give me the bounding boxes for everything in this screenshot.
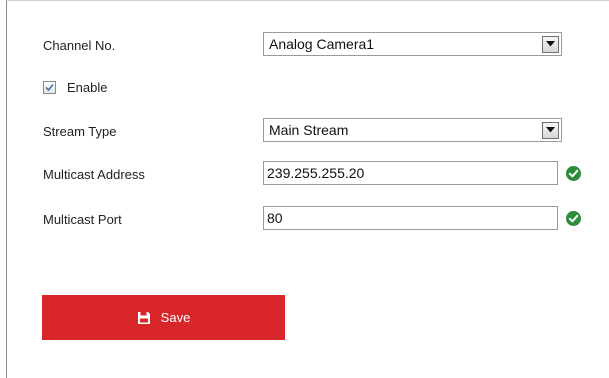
check-circle-icon [566, 166, 581, 181]
stream-type-select[interactable]: Main Stream [263, 118, 562, 142]
chevron-down-icon[interactable] [542, 121, 559, 139]
channel-label: Channel No. [43, 38, 116, 53]
channel-select-value: Analog Camera1 [269, 36, 375, 52]
settings-panel: Channel No. Analog Camera1 Enable Stream… [6, 0, 609, 378]
multicast-port-input[interactable]: 80 [263, 206, 558, 230]
enable-label: Enable [67, 80, 108, 95]
multicast-address-input[interactable]: 239.255.255.20 [263, 161, 558, 185]
save-button-label: Save [160, 310, 191, 325]
channel-select[interactable]: Analog Camera1 [263, 32, 562, 56]
multicast-port-label: Multicast Port [43, 212, 122, 227]
check-circle-icon [566, 211, 581, 226]
save-button[interactable]: Save [42, 295, 285, 340]
enable-checkbox[interactable] [43, 81, 56, 94]
checkmark-icon [45, 83, 54, 92]
floppy-disk-icon [137, 311, 150, 324]
stream-type-select-value: Main Stream [269, 122, 349, 138]
chevron-down-icon[interactable] [542, 35, 559, 53]
stream-type-label: Stream Type [43, 124, 117, 139]
multicast-address-label: Multicast Address [43, 167, 145, 182]
